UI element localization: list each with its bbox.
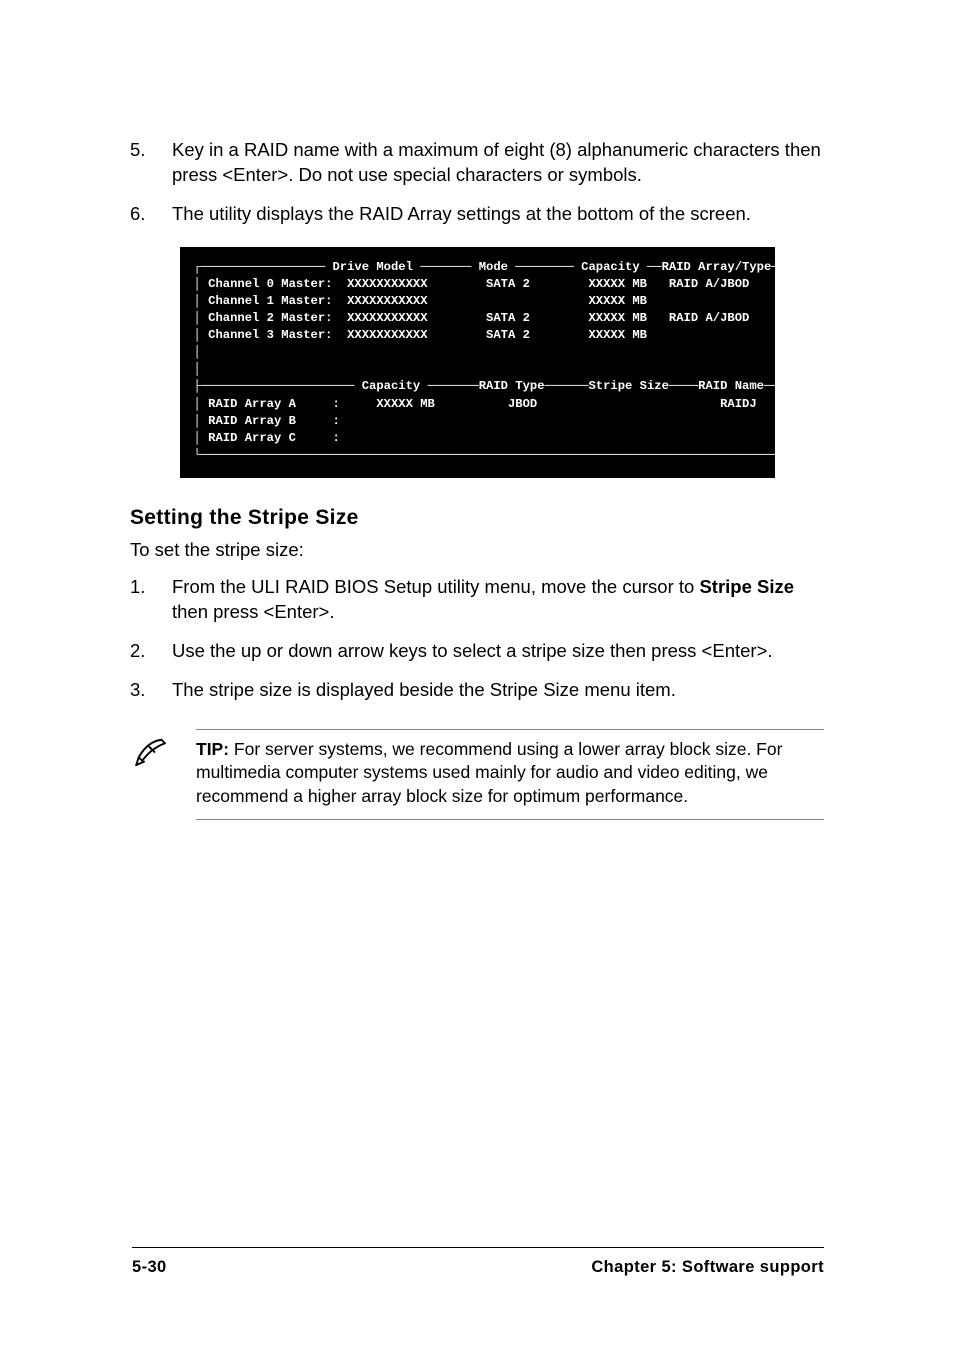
step-number: 2. bbox=[130, 639, 172, 664]
step-number: 6. bbox=[130, 202, 172, 227]
section-heading-stripe-size: Setting the Stripe Size bbox=[130, 506, 824, 530]
list-item: 6.The utility displays the RAID Array se… bbox=[130, 202, 824, 227]
upper-steps: 5.Key in a RAID name with a maximum of e… bbox=[130, 138, 824, 227]
list-item: 1.From the ULI RAID BIOS Setup utility m… bbox=[130, 575, 824, 625]
list-item: 3.The stripe size is displayed beside th… bbox=[130, 678, 824, 703]
page-number: 5-30 bbox=[132, 1258, 167, 1277]
page-footer: 5-30 Chapter 5: Software support bbox=[132, 1247, 824, 1277]
tip-label: TIP: bbox=[196, 739, 229, 759]
tip-text: For server systems, we recommend using a… bbox=[196, 739, 782, 806]
step-text: The utility displays the RAID Array sett… bbox=[172, 202, 824, 227]
chapter-label: Chapter 5: Software support bbox=[591, 1258, 824, 1277]
pencil-note-icon bbox=[130, 729, 172, 778]
lower-steps: 1.From the ULI RAID BIOS Setup utility m… bbox=[130, 575, 824, 703]
list-item: 5.Key in a RAID name with a maximum of e… bbox=[130, 138, 824, 188]
step-number: 5. bbox=[130, 138, 172, 188]
step-number: 1. bbox=[130, 575, 172, 625]
stripe-intro-text: To set the stripe size: bbox=[130, 538, 824, 563]
terminal-output: ┌───────────────── Drive Model ─────── M… bbox=[180, 247, 775, 478]
step-number: 3. bbox=[130, 678, 172, 703]
tip-block: TIP: For server systems, we recommend us… bbox=[130, 729, 824, 820]
stripe-size-strong: Stripe Size bbox=[699, 576, 794, 597]
step-text: The stripe size is displayed beside the … bbox=[172, 678, 824, 703]
list-item: 2.Use the up or down arrow keys to selec… bbox=[130, 639, 824, 664]
step-text: From the ULI RAID BIOS Setup utility men… bbox=[172, 575, 824, 625]
tip-body: TIP: For server systems, we recommend us… bbox=[196, 729, 824, 820]
step-text: Key in a RAID name with a maximum of eig… bbox=[172, 138, 824, 188]
step-text: Use the up or down arrow keys to select … bbox=[172, 639, 824, 664]
